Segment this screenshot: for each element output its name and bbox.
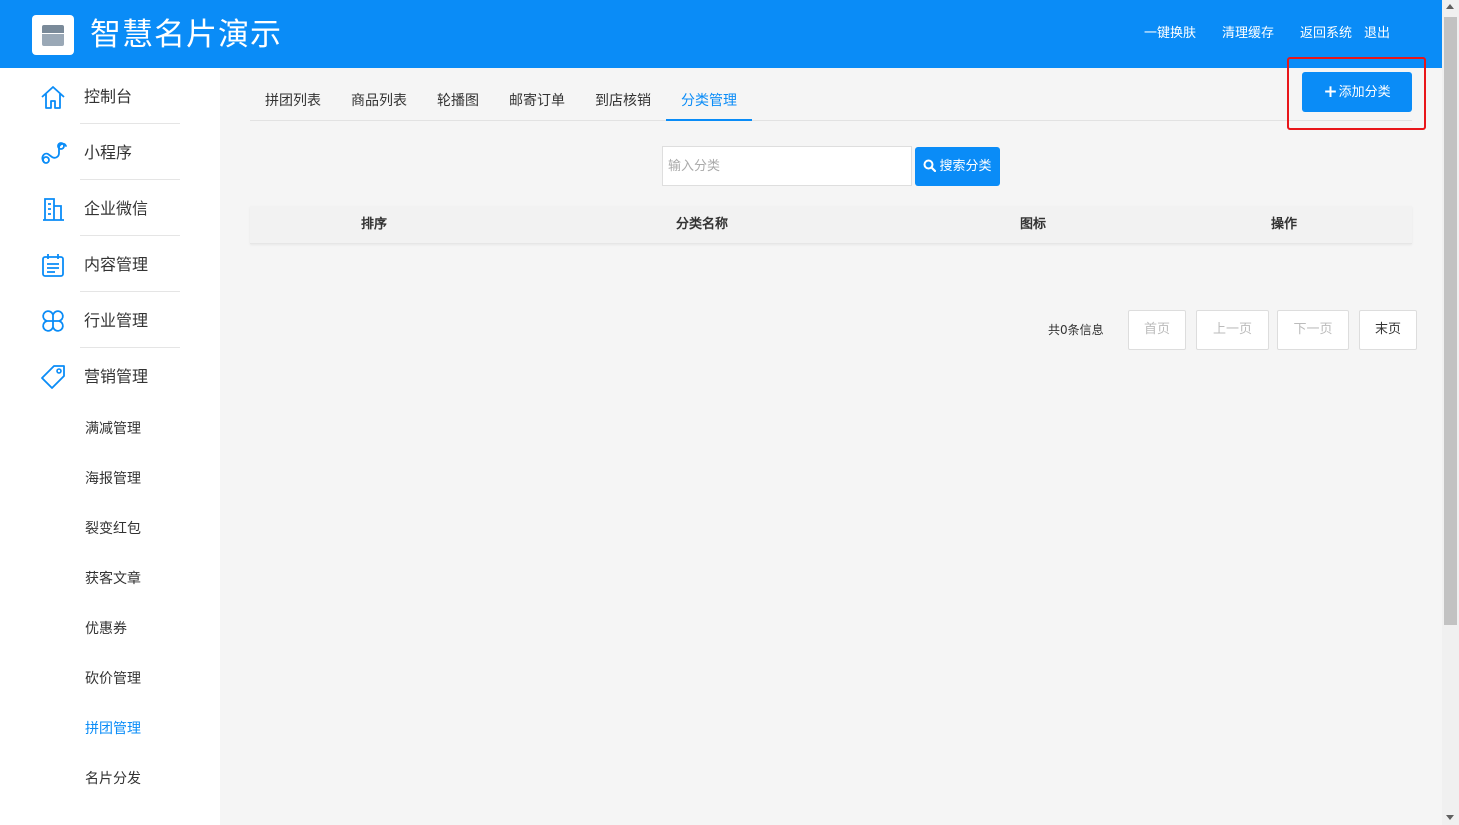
main-content: 拼团列表 商品列表 轮播图 邮寄订单 到店核销 分类管理 +添加分类 搜索分类 … <box>220 57 1442 825</box>
category-search-input[interactable] <box>662 146 912 186</box>
sidebar-item-marketing[interactable]: 营销管理 <box>0 348 220 404</box>
logout-link[interactable]: 退出 <box>1364 25 1390 43</box>
column-actions: 操作 <box>1271 217 1298 232</box>
plus-icon: + <box>1323 82 1338 102</box>
clear-cache-link[interactable]: 清理缓存 <box>1222 25 1274 43</box>
sidebar-item-industry[interactable]: 行业管理 <box>0 292 220 348</box>
sidebar-sub-articles[interactable]: 获客文章 <box>85 569 141 589</box>
sidebar-sub-group-buy[interactable]: 拼团管理 <box>85 719 141 739</box>
sidebar-item-label: 内容管理 <box>84 255 149 274</box>
scroll-down-icon[interactable] <box>1446 815 1454 820</box>
sidebar-item-miniprogram[interactable]: 小程序 <box>0 124 220 180</box>
tab-product-list[interactable]: 商品列表 <box>351 92 407 110</box>
tab-group-list[interactable]: 拼团列表 <box>265 92 321 110</box>
add-category-button[interactable]: +添加分类 <box>1302 72 1412 112</box>
search-icon <box>923 159 937 173</box>
sidebar-item-label: 营销管理 <box>84 367 149 386</box>
sidebar-item-label: 行业管理 <box>84 311 149 330</box>
sidebar-sub-red-packet[interactable]: 裂变红包 <box>85 519 141 539</box>
category-table-header: 排序 分类名称 图标 操作 <box>250 206 1412 244</box>
tab-bar: 拼团列表 商品列表 轮播图 邮寄订单 到店核销 分类管理 <box>250 86 1412 121</box>
search-button-label: 搜索分类 <box>939 159 992 174</box>
column-category-name: 分类名称 <box>676 217 729 232</box>
back-to-system-link[interactable]: 返回系统 <box>1300 25 1352 43</box>
calendar-icon <box>42 254 64 277</box>
page-scrollbar[interactable] <box>1442 0 1459 825</box>
tab-carousel[interactable]: 轮播图 <box>437 92 479 110</box>
sidebar-item-label: 控制台 <box>84 87 133 106</box>
sidebar-item-content[interactable]: 内容管理 <box>0 236 220 292</box>
next-page-button[interactable]: 下一页 <box>1277 310 1349 350</box>
tab-mail-orders[interactable]: 邮寄订单 <box>509 92 565 110</box>
building-icon <box>43 198 64 221</box>
column-icon: 图标 <box>1020 217 1047 232</box>
clover-icon <box>42 310 64 332</box>
sidebar: 控制台 小程序 企业微信 内容管理 行业管理 营销管理 满减管理 海报管理 裂变… <box>0 68 220 825</box>
prev-page-button[interactable]: 上一页 <box>1196 310 1269 350</box>
active-tab-indicator <box>666 119 752 121</box>
sidebar-item-wework[interactable]: 企业微信 <box>0 180 220 236</box>
shop-logo-icon <box>32 15 74 55</box>
sidebar-sub-card-distribution[interactable]: 名片分发 <box>85 769 141 789</box>
last-page-button[interactable]: 末页 <box>1359 310 1417 350</box>
scroll-thumb[interactable] <box>1444 17 1457 625</box>
pagination-total: 共0条信息 <box>1048 323 1104 337</box>
scroll-up-icon[interactable] <box>1446 4 1454 9</box>
sidebar-item-label: 小程序 <box>84 143 133 162</box>
home-icon <box>41 86 65 109</box>
app-title: 智慧名片演示 <box>90 17 282 53</box>
first-page-button[interactable]: 首页 <box>1128 310 1186 350</box>
tag-icon <box>41 365 65 389</box>
change-skin-link[interactable]: 一键换肤 <box>1144 25 1196 43</box>
sidebar-item-console[interactable]: 控制台 <box>0 68 220 124</box>
add-category-label: 添加分类 <box>1338 85 1391 100</box>
sidebar-sub-full-reduction[interactable]: 满减管理 <box>85 419 141 439</box>
tab-category-management[interactable]: 分类管理 <box>681 92 737 110</box>
miniprogram-icon <box>41 142 67 164</box>
sidebar-sub-coupon[interactable]: 优惠券 <box>85 619 127 639</box>
column-sort: 排序 <box>361 217 388 232</box>
search-category-button[interactable]: 搜索分类 <box>915 147 1000 186</box>
sidebar-item-label: 企业微信 <box>84 199 149 218</box>
top-links: 一键换肤 清理缓存 返回系统 退出 <box>1118 25 1390 43</box>
top-header: 智慧名片演示 一键换肤 清理缓存 返回系统 退出 <box>0 0 1442 68</box>
sidebar-sub-bargain[interactable]: 砍价管理 <box>85 669 141 689</box>
sidebar-sub-poster[interactable]: 海报管理 <box>85 469 141 489</box>
tab-store-verify[interactable]: 到店核销 <box>595 92 651 110</box>
